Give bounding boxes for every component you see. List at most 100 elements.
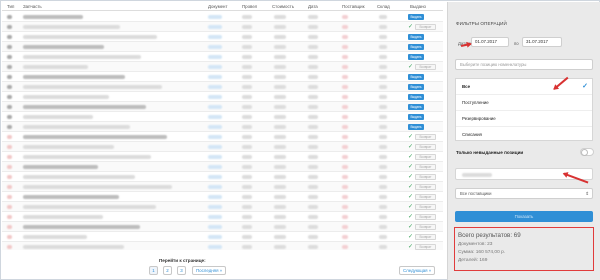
return-button[interactable]: Возврат [415, 203, 436, 210]
table-row[interactable]: ✓ Возврат [2, 62, 443, 72]
table-row[interactable]: ✓ Возврат [2, 232, 443, 242]
issue-button[interactable]: Выдать [408, 33, 424, 40]
issue-button[interactable]: Выдать [408, 73, 424, 80]
next-page-button[interactable]: Следующая » [399, 266, 436, 275]
return-button[interactable]: Возврат [415, 163, 436, 170]
issue-button[interactable]: Выдать [408, 93, 424, 100]
page-3-button[interactable]: 3 [177, 266, 186, 275]
blurred-cell [274, 155, 286, 159]
table-row[interactable]: Выдать [2, 12, 443, 22]
unissued-toggle[interactable] [580, 148, 594, 156]
table-row[interactable]: ✓ Возврат [2, 212, 443, 222]
table-row[interactable]: ✓ Возврат [2, 242, 443, 250]
issue-button[interactable]: Выдать [408, 13, 424, 20]
blurred-cell [23, 45, 104, 49]
return-button[interactable]: Возврат [415, 133, 436, 140]
table-row[interactable]: ✓ Возврат [2, 202, 443, 212]
table-row[interactable]: ✓ Возврат [2, 222, 443, 232]
table-row[interactable]: Выдать [2, 72, 443, 82]
col-supplier[interactable]: Поставщик [342, 4, 365, 9]
table-row[interactable]: ✓ Возврат [2, 142, 443, 152]
option-writeoff[interactable]: Списания [456, 127, 592, 143]
blurred-cell [208, 115, 222, 119]
table-row[interactable]: ✓ Возврат [2, 162, 443, 172]
blurred-cell [242, 85, 252, 89]
table-row[interactable]: ✓ Возврат [2, 132, 443, 142]
table-row[interactable]: Выдать [2, 42, 443, 52]
nomenclature-input[interactable]: Выберите позицию номенклатуры [455, 59, 593, 70]
col-document[interactable]: Документ [208, 4, 227, 9]
return-button[interactable]: Возврат [415, 23, 436, 30]
return-button[interactable]: Возврат [415, 153, 436, 160]
blurred-cell [23, 115, 93, 119]
date-to-input[interactable]: 31.07.2017 [522, 37, 562, 47]
blurred-cell [7, 55, 12, 59]
table-row[interactable]: Выдать [2, 122, 443, 132]
blurred-cell [23, 105, 146, 109]
blurred-cell [23, 215, 103, 219]
table-row[interactable]: Выдать [2, 112, 443, 122]
table-row[interactable]: ✓ Возврат [2, 22, 443, 32]
blurred-cell [274, 35, 286, 39]
option-reservation[interactable]: Резервирование [456, 111, 592, 127]
blurred-cell [308, 95, 318, 99]
apply-filter-button[interactable]: Показать [455, 211, 593, 222]
table-row[interactable]: ✓ Возврат [2, 192, 443, 202]
col-cost[interactable]: Стоимость [272, 4, 294, 9]
last-page-button[interactable]: Последняя » [192, 266, 227, 275]
blurred-cell [342, 115, 348, 119]
return-button[interactable]: Возврат [415, 173, 436, 180]
issue-button[interactable]: Выдать [408, 83, 424, 90]
return-button[interactable]: Возврат [415, 63, 436, 70]
return-button[interactable]: Возврат [415, 233, 436, 240]
table-row[interactable]: Выдать [2, 32, 443, 42]
return-button[interactable]: Возврат [415, 223, 436, 230]
return-button[interactable]: Возврат [415, 213, 436, 220]
return-button[interactable]: Возврат [415, 193, 436, 200]
return-button[interactable]: Возврат [415, 243, 436, 250]
blurred-cell [242, 125, 252, 129]
col-prepaid[interactable]: Провел [242, 4, 257, 9]
check-icon: ✓ [582, 83, 588, 90]
blurred-cell [242, 245, 252, 249]
date-to-label: по [514, 41, 519, 46]
table-row[interactable]: ✓ Возврат [2, 152, 443, 162]
issue-button[interactable]: Выдать [408, 53, 424, 60]
select-arrows-icon: ⇕ [585, 191, 589, 196]
blurred-cell [7, 95, 12, 99]
blurred-cell [23, 195, 119, 199]
col-issued[interactable]: Выдано [410, 4, 426, 9]
col-date[interactable]: Дата [308, 4, 318, 9]
date-from-input[interactable]: 01.07.2017 [471, 37, 509, 47]
option-receipt[interactable]: Поступление [456, 95, 592, 111]
table-row[interactable]: ✓ Возврат [2, 172, 443, 182]
blurred-cell [23, 65, 88, 69]
return-button[interactable]: Возврат [415, 143, 436, 150]
table-row[interactable]: Выдать [2, 82, 443, 92]
blurred-cell [379, 75, 387, 79]
blurred-cell [208, 185, 222, 189]
issued-check-icon: ✓ [408, 194, 414, 200]
col-warehouse[interactable]: Склад [377, 4, 390, 9]
blurred-cell [208, 15, 222, 19]
page-1-button[interactable]: 1 [149, 266, 158, 275]
issue-button[interactable]: Выдать [408, 123, 424, 130]
blurred-cell [379, 175, 387, 179]
page-2-button[interactable]: 2 [163, 266, 172, 275]
option-all[interactable]: Все ✓ [456, 79, 592, 95]
table-row[interactable]: Выдать [2, 102, 443, 112]
blurred-cell [308, 165, 318, 169]
blurred-cell [379, 25, 387, 29]
issue-button[interactable]: Выдать [408, 103, 424, 110]
table-row[interactable]: Выдать [2, 92, 443, 102]
issue-button[interactable]: Выдать [408, 43, 424, 50]
issue-button[interactable]: Выдать [408, 113, 424, 120]
col-type[interactable]: Тип [7, 4, 14, 9]
col-part[interactable]: Запчасть [23, 4, 42, 9]
return-button[interactable]: Возврат [415, 183, 436, 190]
table-row[interactable]: Выдать [2, 52, 443, 62]
table-row[interactable]: ✓ Возврат [2, 182, 443, 192]
blurred-cell [274, 205, 286, 209]
blurred-cell [308, 65, 318, 69]
supplier-select[interactable]: Все поставщики ⇕ [455, 188, 593, 199]
